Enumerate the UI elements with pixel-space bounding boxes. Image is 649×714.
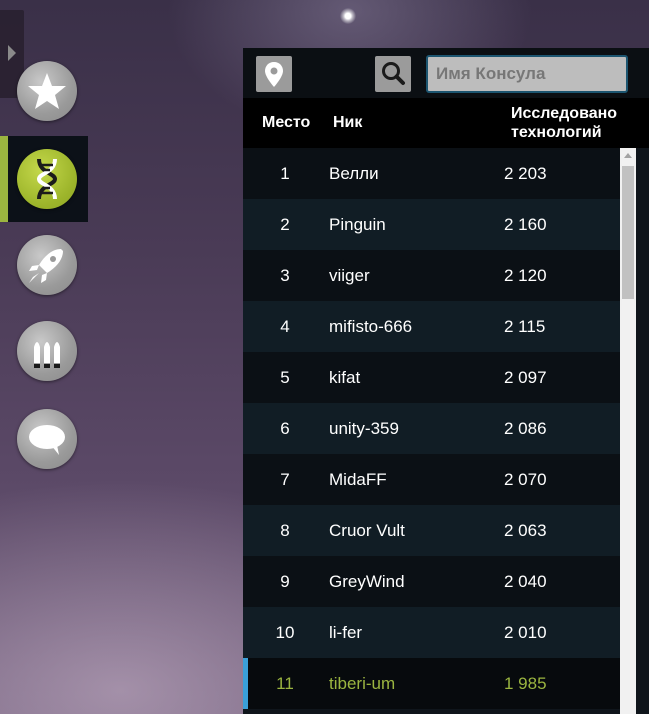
name-cell: tiberi-um <box>329 674 396 693</box>
table-row[interactable]: 10 li-fer 2 010 <box>243 607 620 658</box>
scrollbar-thumb[interactable] <box>622 166 634 299</box>
nav-chat-button[interactable] <box>0 396 88 482</box>
rank-cell: 11 <box>276 674 294 693</box>
star-icon <box>28 73 66 109</box>
tech-count-cell: 2 063 <box>504 521 547 540</box>
tech-count-cell: 2 115 <box>504 317 546 336</box>
consul-name-search-input[interactable] <box>426 55 628 93</box>
table-row[interactable]: 3 viiger 2 120 <box>243 250 620 301</box>
rank-cell: 8 <box>280 521 290 540</box>
table-row[interactable]: 4 mifisto-666 2 115 <box>243 301 620 352</box>
name-cell: li-fer <box>329 623 363 642</box>
rocket-icon <box>29 249 63 283</box>
table-row[interactable]: 7 MidaFF 2 070 <box>243 454 620 505</box>
tech-count-cell: 2 040 <box>504 572 547 591</box>
tech-count-cell: 2 160 <box>504 215 547 234</box>
search-icon <box>382 62 405 85</box>
tech-count-cell: 2 203 <box>504 164 547 183</box>
ranking-panel: Место Ник Исследовано технологий 1 Велли 2… <box>243 48 649 714</box>
search-button[interactable] <box>375 56 411 92</box>
scrollbar[interactable] <box>620 148 636 714</box>
tech-count-cell: 2 120 <box>504 266 547 285</box>
search-bar <box>243 48 649 98</box>
ammo-icon <box>34 342 60 368</box>
name-cell: Cruor Vult <box>329 521 405 540</box>
scroll-up-arrow-icon[interactable] <box>620 148 636 164</box>
table-row[interactable]: 9 GreyWind 2 040 <box>243 556 620 607</box>
rank-cell: 10 <box>275 623 295 642</box>
column-header-name: Ник <box>333 114 363 131</box>
tech-count-cell: 2 086 <box>504 419 547 438</box>
rank-cell: 6 <box>280 419 290 438</box>
tech-count-cell: 1 985 <box>504 674 547 693</box>
nav-weapons-button[interactable] <box>0 308 88 394</box>
table-header: Место Ник Исследовано технологий <box>243 98 649 148</box>
location-pin-icon <box>265 62 283 87</box>
name-cell: unity-359 <box>329 419 399 438</box>
chat-bubble-icon <box>29 425 65 455</box>
location-button[interactable] <box>256 56 292 92</box>
dna-icon <box>36 158 58 200</box>
table-row[interactable]: 6 unity-359 2 086 <box>243 403 620 454</box>
nav-ships-button[interactable] <box>0 222 88 308</box>
table-row[interactable]: 8 Cruor Vult 2 063 <box>243 505 620 556</box>
ranking-table-body: 1 Велли 2 203 2 Pinguin 2 160 3 viiger 2 120 4 mif… <box>243 148 620 714</box>
column-header-rank: Место <box>262 114 311 131</box>
tech-count-cell: 2 070 <box>504 470 547 489</box>
name-cell: GreyWind <box>329 572 405 591</box>
rank-cell: 9 <box>280 572 290 591</box>
table-row-current-player[interactable]: 11 tiberi-um 1 985 <box>243 658 620 709</box>
rank-cell: 2 <box>280 215 290 234</box>
tech-count-cell: 2 097 <box>504 368 547 387</box>
rank-cell: 3 <box>280 266 290 285</box>
background-star <box>340 8 356 24</box>
tech-count-cell: 2 010 <box>504 623 547 642</box>
name-cell: viiger <box>329 266 370 285</box>
nav-research-button[interactable] <box>0 136 88 222</box>
table-row[interactable]: 1 Велли 2 203 <box>243 148 620 199</box>
column-header-tech-line1: Исследовано <box>511 105 618 122</box>
name-cell: mifisto-666 <box>329 317 413 336</box>
column-header-tech: Исследовано технологий <box>511 104 631 142</box>
rank-cell: 4 <box>280 317 290 336</box>
name-cell: MidaFF <box>329 470 387 489</box>
active-indicator <box>0 136 8 222</box>
nav-achievements-button[interactable] <box>0 48 88 134</box>
name-cell: Велли <box>329 164 379 183</box>
name-cell: kifat <box>329 368 361 387</box>
rank-cell: 1 <box>280 164 290 183</box>
table-row[interactable]: 5 kifat 2 097 <box>243 352 620 403</box>
table-row[interactable]: 2 Pinguin 2 160 <box>243 199 620 250</box>
column-header-tech-line2: технологий <box>511 124 602 141</box>
name-cell: Pinguin <box>329 215 386 234</box>
rank-cell: 5 <box>280 368 290 387</box>
rank-cell: 7 <box>280 470 290 489</box>
